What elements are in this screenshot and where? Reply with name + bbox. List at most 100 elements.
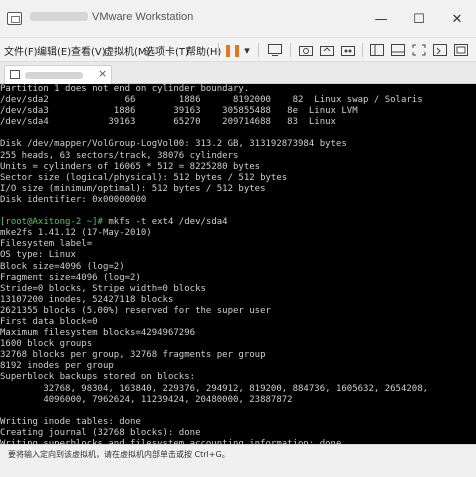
terminal-text: 2621355 blocks (5.00%) reserved for the … (0, 305, 271, 316)
terminal-line: 32768 blocks per group, 32768 fragments … (0, 350, 476, 361)
snapshot-icon[interactable] (297, 41, 315, 59)
toolbar-separator (362, 43, 363, 57)
window-title-label: VMware Workstation (92, 11, 194, 23)
terminal-text: Units = cylinders of 16065 * 512 = 82252… (0, 161, 261, 172)
terminal-text: Disk /dev/mapper/VolGroup-LogVol00: 313.… (0, 139, 347, 150)
terminal-text: Creating journal (32768 blocks): done (0, 427, 201, 438)
vm-tab[interactable]: × (4, 65, 112, 84)
menu-edit[interactable]: 编辑(E) (37, 43, 71, 58)
terminal-text: Fragment size=4096 (log=2) (0, 272, 141, 283)
terminal-line: /dev/sda4 39163 65270 209714688 83 Linux (0, 117, 476, 128)
terminal-output: Partition 1 does not end on cylinder bou… (0, 84, 476, 444)
terminal-line: Creating journal (32768 blocks): done (0, 428, 476, 439)
window-title: VMware Workstation (30, 11, 193, 23)
terminal-line: Superblock backups stored on blocks: (0, 372, 476, 383)
menu-help[interactable]: 帮助(H) (186, 43, 221, 58)
terminal-text: First data block=0 (0, 316, 98, 327)
vmware-window: VMware Workstation — ☐ ✕ 文件(F) 编辑(E) 查看(… (0, 0, 476, 477)
terminal-line: OS type: Linux (0, 250, 476, 261)
terminal-line: 4096000, 7962624, 11239424, 20480000, 23… (0, 395, 476, 406)
unity-icon[interactable] (431, 41, 449, 59)
thumbnail-icon[interactable] (389, 41, 407, 59)
terminal-line: Fragment size=4096 (log=2) (0, 273, 476, 284)
terminal-text: 4096000, 7962624, 11239424, 20480000, 23… (0, 394, 293, 405)
terminal-text: mkfs -t ext4 /dev/sda4 (102, 217, 228, 228)
terminal-line: Writing inode tables: done (0, 417, 476, 428)
status-bar: 要将输入定向到该虚拟机，请在虚拟机内部单击或按 Ctrl+G。 (0, 444, 476, 477)
terminal-line: /dev/sda2 66 1886 8192000 82 Linux swap … (0, 95, 476, 106)
library-icon[interactable] (368, 41, 386, 59)
terminal-text: 8192 inodes per group (0, 361, 114, 372)
title-bar: VMware Workstation — ☐ ✕ (0, 0, 476, 38)
terminal-line: 32768, 98304, 163840, 229376, 294912, 81… (0, 384, 476, 395)
terminal-text: mke2fs 1.41.12 (17-May-2010) (0, 228, 152, 239)
terminal-text: 32768, 98304, 163840, 229376, 294912, 81… (0, 383, 429, 394)
terminal-text: 255 heads, 63 sectors/track, 38076 cylin… (0, 150, 239, 161)
terminal-text: Sector size (logical/physical): 512 byte… (0, 172, 288, 183)
terminal-text: 32768 blocks per group, 32768 fragments … (0, 350, 266, 361)
menu-file[interactable]: 文件(F) (4, 43, 38, 58)
vm-tab-bar: × (0, 62, 476, 84)
menu-vm[interactable]: 虚拟机(M) (104, 43, 150, 58)
fullscreen-icon[interactable] (410, 41, 428, 59)
toolbar-separator (258, 43, 259, 57)
vm-icon (10, 70, 20, 79)
vm-name-redacted (30, 12, 88, 21)
terminal-line: /dev/sda3 1886 39163 305855488 8e Linux … (0, 106, 476, 117)
toolbar-separator (218, 43, 219, 57)
status-message: 要将输入定向到该虚拟机，请在虚拟机内部单击或按 Ctrl+G。 (8, 450, 230, 459)
send-ctrl-alt-del-icon[interactable] (266, 41, 284, 59)
terminal-line: 8192 inodes per group (0, 361, 476, 372)
snapshot-manager-icon[interactable] (339, 41, 357, 59)
terminal-line: 255 heads, 63 sectors/track, 38076 cylin… (0, 151, 476, 162)
terminal-line: Filesystem label= (0, 239, 476, 250)
maximize-button[interactable]: ☐ (400, 0, 438, 38)
vm-tab-label-redacted (25, 72, 83, 79)
terminal-line: Partition 1 does not end on cylinder bou… (0, 84, 476, 95)
terminal-text: I/O size (minimum/optimal): 512 bytes / … (0, 183, 266, 194)
terminal-line: [root@Axitong-2 ~]# mkfs -t ext4 /dev/sd… (0, 217, 476, 228)
terminal-text: Maximum filesystem blocks=4294967296 (0, 328, 196, 339)
terminal-text: 13107200 inodes, 52427118 blocks (0, 294, 174, 305)
terminal-line: Disk identifier: 0x00000000 (0, 195, 476, 206)
terminal-line: Stride=0 blocks, Stripe width=0 blocks (0, 284, 476, 295)
terminal-text: /dev/sda2 66 1886 8192000 82 Linux swap … (0, 95, 423, 106)
terminal-line: Maximum filesystem blocks=4294967296 (0, 328, 476, 339)
terminal-line: 1600 block groups (0, 339, 476, 350)
toolbar-separator (290, 43, 291, 57)
vm-console[interactable]: Partition 1 does not end on cylinder bou… (0, 84, 476, 444)
terminal-line: Sector size (logical/physical): 512 byte… (0, 173, 476, 184)
terminal-text: 1600 block groups (0, 339, 93, 350)
terminal-text: Filesystem label= (0, 239, 93, 250)
terminal-text: Partition 1 does not end on cylinder bou… (0, 84, 250, 94)
tab-close-icon[interactable]: × (98, 67, 107, 80)
menu-view[interactable]: 查看(V) (71, 43, 106, 58)
terminal-line: mke2fs 1.41.12 (17-May-2010) (0, 228, 476, 239)
terminal-line: Block size=4096 (log=2) (0, 262, 476, 273)
terminal-text: Disk identifier: 0x00000000 (0, 194, 147, 205)
terminal-line: First data block=0 (0, 317, 476, 328)
terminal-text: /dev/sda4 39163 65270 209714688 83 Linux (0, 117, 336, 128)
terminal-line: 13107200 inodes, 52427118 blocks (0, 295, 476, 306)
shell-prompt: [root@Axitong-2 ~]# (0, 217, 103, 228)
menu-tabs[interactable]: 选项卡(T) (145, 43, 189, 58)
minimize-button[interactable]: — (362, 0, 400, 38)
terminal-line: Disk /dev/mapper/VolGroup-LogVol00: 313.… (0, 139, 476, 150)
terminal-line: 2621355 blocks (5.00%) reserved for the … (0, 306, 476, 317)
dropdown-icon[interactable]: ▾ (238, 41, 256, 59)
terminal-text: Writing inode tables: done (0, 416, 141, 427)
terminal-text: Stride=0 blocks, Stripe width=0 blocks (0, 283, 206, 294)
vmware-app-icon (7, 12, 22, 25)
menu-bar: 文件(F) 编辑(E) 查看(V) 虚拟机(M) 选项卡(T) 帮助(H) ❚❚… (0, 38, 476, 62)
terminal-text: Superblock backups stored on blocks: (0, 372, 196, 383)
terminal-text: OS type: Linux (0, 250, 76, 261)
snapshot-revert-icon[interactable] (318, 41, 336, 59)
terminal-text: Block size=4096 (log=2) (0, 261, 125, 272)
terminal-line: I/O size (minimum/optimal): 512 bytes / … (0, 184, 476, 195)
close-button[interactable]: ✕ (438, 0, 476, 38)
terminal-line: Units = cylinders of 16065 * 512 = 82252… (0, 162, 476, 173)
console-view-icon[interactable] (452, 41, 470, 59)
